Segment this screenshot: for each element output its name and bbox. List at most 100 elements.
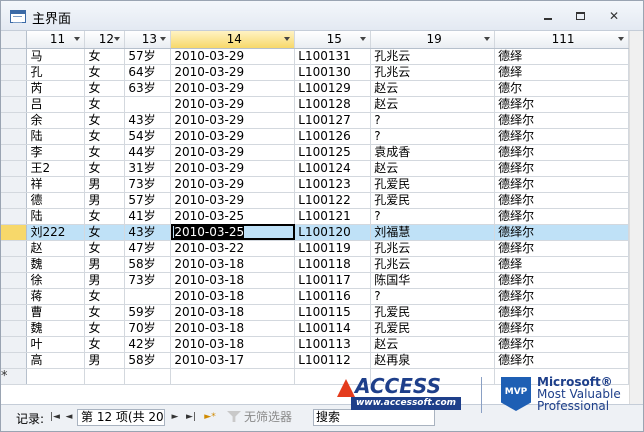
column-header[interactable]: 111 [494,31,629,49]
table-cell[interactable]: ? [370,112,496,129]
sort-dropdown-icon[interactable] [74,37,81,41]
table-cell[interactable]: L100120 [294,224,372,241]
table-row[interactable]: 孔女 64岁 2010-03-29 L100130 孔兆云 德绎 [1,64,629,81]
row-selector[interactable] [1,96,28,113]
table-row[interactable]: 魏女 70岁 2010-03-18 L100114 孔爱民 德绎尔 [1,320,629,337]
table-cell[interactable]: 赵云 [370,96,496,113]
table-cell[interactable]: 2010-03-29 [170,160,296,177]
table-cell[interactable]: 女 [84,80,126,97]
table-cell[interactable]: 赵云 [370,336,496,353]
table-row[interactable]: 徐男 73岁 2010-03-18 L100117 陈国华 德绎尔 [1,272,629,289]
row-selector[interactable] [1,272,28,289]
table-cell[interactable]: 德绎尔 [494,224,629,241]
table-cell[interactable]: 孔兆云 [370,48,496,65]
close-button[interactable]: ✕ [601,7,627,25]
table-cell[interactable]: 58岁 [124,256,172,273]
table-cell[interactable]: 陈国华 [370,272,496,289]
table-cell[interactable]: L100123 [294,176,372,193]
table-cell[interactable]: 德绎 [494,256,629,273]
table-cell[interactable]: L100126 [294,128,372,145]
table-cell[interactable]: 2010-03-18 [170,320,296,337]
table-cell[interactable]: 赵云 [370,80,496,97]
table-cell[interactable]: L100129 [294,80,372,97]
column-header-selected[interactable]: 14 [170,31,296,49]
table-cell[interactable]: 2010-03-18 [170,336,296,353]
table-cell[interactable]: 男 [84,352,126,369]
row-selector[interactable] [1,256,28,273]
table-cell[interactable]: 42岁 [124,336,172,353]
table-cell[interactable]: 陆 [26,128,86,145]
table-cell[interactable]: 德绎尔 [494,352,629,369]
table-row[interactable]: 马女 57岁 2010-03-29 L100131 孔兆云 德绎 [1,48,629,65]
table-row[interactable]: 芮女 63岁 2010-03-29 L100129 赵云 德尔 [1,80,629,97]
table-cell[interactable]: 德绎 [494,64,629,81]
sort-dropdown-icon[interactable] [284,37,291,41]
table-cell[interactable]: 男 [84,256,126,273]
table-cell[interactable]: 41岁 [124,208,172,225]
row-selector[interactable] [1,64,28,81]
table-cell[interactable]: 芮 [26,80,86,97]
table-cell[interactable]: L100127 [294,112,372,129]
table-cell[interactable]: 女 [84,144,126,161]
table-cell[interactable]: 孔兆云 [370,240,496,257]
minimize-button[interactable] [535,7,561,25]
table-cell[interactable]: 孔 [26,64,86,81]
table-cell[interactable]: 2010-03-29 [170,144,296,161]
table-cell[interactable]: L100117 [294,272,372,289]
row-selector[interactable] [1,128,28,145]
maximize-button[interactable] [567,7,593,25]
table-cell[interactable]: 赵 [26,240,86,257]
table-cell[interactable]: L100122 [294,192,372,209]
table-row[interactable]: 蒋女 2010-03-18 L100116? 德绎尔 [1,288,629,305]
table-cell[interactable]: 德绎尔 [494,160,629,177]
table-row[interactable]: 祥男 73岁 2010-03-29 L100123 孔爱民 德绎尔 [1,176,629,193]
table-cell[interactable]: 陆 [26,208,86,225]
table-cell[interactable]: L100125 [294,144,372,161]
table-cell[interactable]: 德绎尔 [494,96,629,113]
table-cell[interactable]: 2010-03-25 [170,208,296,225]
table-row[interactable]: 王2 女 31岁 2010-03-29 L100124 赵云 德绎尔 [1,160,629,177]
table-cell[interactable]: 高 [26,352,86,369]
table-cell[interactable]: 曹 [26,304,86,321]
table-cell[interactable]: 德绎尔 [494,192,629,209]
row-selector[interactable] [1,320,28,337]
table-cell[interactable]: 赵再泉 [370,352,496,369]
table-cell[interactable]: 王2 [26,160,86,177]
table-cell[interactable]: 女 [84,336,126,353]
row-selector[interactable] [1,336,28,353]
table-row[interactable]: 陆女 54岁 2010-03-29 L100126? 德绎尔 [1,128,629,145]
filter-indicator[interactable]: 无筛选器 [227,409,307,426]
table-cell[interactable]: L100124 [294,160,372,177]
table-cell[interactable]: 43岁 [124,224,172,241]
table-cell[interactable]: 女 [84,208,126,225]
table-cell[interactable]: 2010-03-18 [170,304,296,321]
table-cell[interactable]: 男 [84,272,126,289]
table-cell[interactable]: L100128 [294,96,372,113]
row-selector[interactable] [1,304,28,321]
first-record-button[interactable]: |◄ [49,410,61,424]
table-cell[interactable]: 2010-03-29 [170,128,296,145]
sort-dropdown-icon[interactable] [160,37,167,41]
table-cell[interactable]: L100130 [294,64,372,81]
table-cell[interactable]: 43岁 [124,112,172,129]
table-row[interactable]: 吕女 2010-03-29 L100128 赵云 德绎尔 [1,96,629,113]
row-selector[interactable] [1,48,28,65]
table-cell[interactable]: 2010-03-29 [170,112,296,129]
column-header[interactable]: 13 [124,31,172,49]
table-cell[interactable]: 女 [84,128,126,145]
table-cell[interactable]: 57岁 [124,48,172,65]
table-cell[interactable]: ? [370,288,496,305]
column-header[interactable]: 11 [26,31,86,49]
table-cell[interactable]: 余 [26,112,86,129]
table-cell[interactable]: 女 [84,64,126,81]
table-cell[interactable]: 刘福慧 [370,224,496,241]
table-cell[interactable] [124,96,172,113]
previous-record-button[interactable]: ◄ [63,410,75,424]
table-cell[interactable]: 2010-03-17 [170,352,296,369]
table-cell[interactable]: 孔爱民 [370,304,496,321]
row-selector[interactable] [1,352,28,369]
table-cell[interactable]: 女 [84,112,126,129]
table-row[interactable]: 陆女 41岁 2010-03-25 L100121? 德绎尔 [1,208,629,225]
table-cell[interactable]: 女 [84,304,126,321]
table-cell[interactable]: 2010-03-18 [170,288,296,305]
